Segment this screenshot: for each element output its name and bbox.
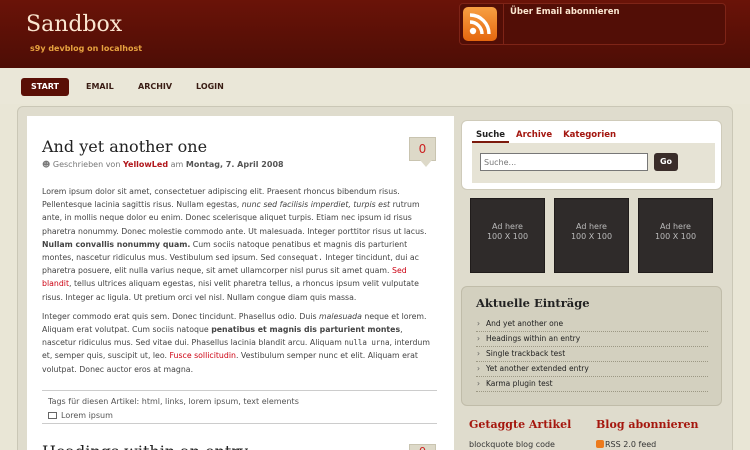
site-header: Sandbox s9y devblog on localhost Über Em… xyxy=(0,0,750,68)
recent-entry-link[interactable]: And yet another one xyxy=(476,317,708,332)
paragraph: Lorem ipsum dolor sit amet, consectetuer… xyxy=(42,185,437,304)
ad-label: Ad here xyxy=(576,222,607,231)
recent-entry-link[interactable]: Single trackback test xyxy=(476,347,708,362)
code-text: consequat. xyxy=(277,253,323,263)
rss-feed-label[interactable]: RSS 2.0 feed xyxy=(605,440,656,449)
recent-entry-link[interactable]: Headings within an entry xyxy=(476,332,708,347)
main-content: And yet another one 0 ☻ Geschrieben von … xyxy=(27,116,454,450)
tab-archive[interactable]: Archive xyxy=(512,129,556,141)
text: Integer commodo erat quis sem. Donec tin… xyxy=(42,311,317,321)
tag-cloud[interactable]: blockquote blog code xyxy=(469,440,555,449)
post-title[interactable]: And yet another one xyxy=(42,137,207,156)
category-line: Lorem ipsum xyxy=(48,411,113,420)
ad-slot[interactable]: Ad here 100 X 100 xyxy=(638,198,713,273)
author-link[interactable]: YellowLed xyxy=(123,160,168,169)
nav-item-archiv[interactable]: ARCHIV xyxy=(138,78,172,96)
ad-slot[interactable]: Ad here 100 X 100 xyxy=(470,198,545,273)
category-link[interactable]: Lorem ipsum xyxy=(61,411,113,420)
ad-label: Ad here xyxy=(492,222,523,231)
main-nav: START EMAIL ARCHIV LOGIN xyxy=(0,68,750,104)
post-body: Lorem ipsum dolor sit amet, consectetuer… xyxy=(42,185,437,382)
inline-link[interactable]: Fusce sollicitudin xyxy=(169,351,235,360)
rss-icon xyxy=(596,440,604,448)
search-button[interactable]: Go xyxy=(654,153,678,171)
search-form: Go xyxy=(472,143,715,183)
ad-label: Ad here xyxy=(660,222,691,231)
next-post-title[interactable]: Headings within an entry xyxy=(42,442,248,450)
site-subtitle: s9y devblog on localhost xyxy=(30,44,143,53)
byline-mid: am xyxy=(170,160,184,169)
strong-text: penatibus et magnis dis parturient monte… xyxy=(211,325,401,335)
ad-slot[interactable]: Ad here 100 X 100 xyxy=(554,198,629,273)
rss-feed-link[interactable]: RSS 2.0 feed xyxy=(596,440,656,449)
search-panel: Suche Archive Kategorien Go xyxy=(461,120,722,190)
tab-suche[interactable]: Suche xyxy=(472,129,510,143)
tab-kategorien[interactable]: Kategorien xyxy=(559,129,620,141)
folder-icon xyxy=(48,412,57,419)
search-input[interactable] xyxy=(480,153,648,171)
ad-size: 100 X 100 xyxy=(570,232,613,241)
text: , tellus ultrices aliquam egestas, nisi … xyxy=(42,279,419,302)
subscribe-box: Über Email abonnieren xyxy=(459,3,726,45)
strong-text: Nullam convallis nonummy quam. xyxy=(42,239,191,249)
post-byline: ☻ Geschrieben von YellowLed am Montag, 7… xyxy=(42,160,284,169)
site-title[interactable]: Sandbox xyxy=(26,12,122,37)
recent-entries-title: Aktuelle Einträge xyxy=(476,296,590,310)
emphasis-text: malesuada xyxy=(319,311,362,321)
emphasis-text: nunc sed facilisis imperdiet, turpis est xyxy=(241,200,391,210)
divider xyxy=(503,4,504,44)
ad-size: 100 X 100 xyxy=(654,232,697,241)
recent-entries-list: And yet another one Headings within an e… xyxy=(476,317,708,392)
tags-line[interactable]: Tags für diesen Artikel: html, links, lo… xyxy=(48,397,299,406)
nav-item-start[interactable]: START xyxy=(21,78,69,96)
recent-entry-link[interactable]: Yet another extended entry xyxy=(476,362,708,377)
byline-prefix: Geschrieben von xyxy=(52,160,121,169)
subscribe-title: Blog abonnieren xyxy=(596,418,699,431)
nav-item-email[interactable]: EMAIL xyxy=(86,78,114,96)
next-comment-badge[interactable]: 0 xyxy=(409,444,436,450)
code-text: nulla urna xyxy=(344,338,390,348)
rss-icon[interactable] xyxy=(463,7,497,41)
user-icon: ☻ xyxy=(42,160,51,169)
paragraph: Integer commodo erat quis sem. Donec tin… xyxy=(42,310,437,376)
search-tabs: Suche Archive Kategorien xyxy=(472,129,620,143)
tagged-articles-title: Getaggte Artikel xyxy=(469,418,572,431)
post-footer: Tags für diesen Artikel: html, links, lo… xyxy=(42,390,437,424)
ad-size: 100 X 100 xyxy=(486,232,529,241)
subscribe-email-link[interactable]: Über Email abonnieren xyxy=(510,7,620,17)
nav-item-login[interactable]: LOGIN xyxy=(196,78,224,96)
recent-entries-panel: Aktuelle Einträge And yet another one He… xyxy=(461,286,722,406)
comment-count-badge[interactable]: 0 xyxy=(409,137,436,167)
recent-entry-link[interactable]: Karma plugin test xyxy=(476,377,708,392)
post-date[interactable]: Montag, 7. April 2008 xyxy=(186,160,284,169)
